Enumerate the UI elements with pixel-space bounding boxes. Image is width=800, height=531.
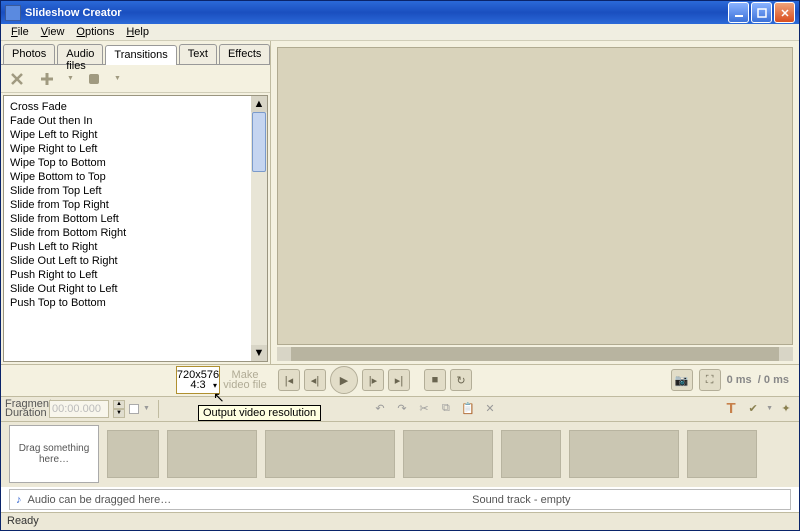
list-item[interactable]: Slide from Bottom Right <box>10 226 261 240</box>
music-note-icon: ♪ <box>16 494 22 506</box>
timeline-thumb[interactable] <box>569 430 679 478</box>
audio-track[interactable]: ♪ Audio can be dragged here… Sound track… <box>9 489 791 510</box>
tooltip: Output video resolution <box>198 405 321 421</box>
fragment-label: FragmentDuration <box>5 400 45 418</box>
checkbox[interactable] <box>129 404 139 414</box>
time-current: 0 ms <box>727 374 752 386</box>
tab-text[interactable]: Text <box>179 44 217 64</box>
close-button[interactable] <box>774 2 795 23</box>
list-item[interactable]: Wipe Top to Bottom <box>10 156 261 170</box>
scroll-down-icon[interactable]: ▼ <box>251 345 267 361</box>
tabstrip: Photos Audio files Transitions Text Effe… <box>1 41 270 65</box>
scroll-right-icon[interactable] <box>779 347 793 361</box>
timeline-thumb[interactable] <box>265 430 395 478</box>
camera-icon[interactable]: 📷 <box>671 369 693 391</box>
menu-view[interactable]: View <box>35 24 71 40</box>
window-title: Slideshow Creator <box>25 7 726 19</box>
skip-back-button[interactable]: |◂ <box>278 369 300 391</box>
make-video-button[interactable]: Make video file <box>222 366 268 394</box>
redo-icon[interactable]: ↷ <box>393 400 411 418</box>
resolution-button[interactable]: 720x576 4:3 ▾ <box>176 366 220 394</box>
play-button[interactable]: ▶ <box>330 366 358 394</box>
timeline-thumb[interactable] <box>687 430 757 478</box>
drag-slot[interactable]: Drag something here… <box>9 425 99 483</box>
menu-options[interactable]: Options <box>70 24 120 40</box>
scroll-thumb[interactable] <box>252 112 266 172</box>
undo-icon[interactable]: ↶ <box>371 400 389 418</box>
transition-list: Cross Fade Fade Out then In Wipe Left to… <box>3 95 268 361</box>
duration-spinner[interactable]: ▲▼ <box>113 400 125 418</box>
audio-track-label: Sound track - empty <box>259 494 784 506</box>
audio-drag-text: Audio can be dragged here… <box>28 494 253 506</box>
delete-tool-icon[interactable]: ✕ <box>481 400 499 418</box>
tab-transitions[interactable]: Transitions <box>105 45 176 65</box>
step-forward-button[interactable]: |▸ <box>362 369 384 391</box>
timeline-thumb[interactable] <box>501 430 561 478</box>
add-icon[interactable] <box>37 69 57 89</box>
text-tool-icon[interactable]: T <box>722 400 740 418</box>
menubar: File View Options Help <box>1 24 799 41</box>
time-total: 0 ms <box>764 374 789 386</box>
copy-icon[interactable]: ⧉ <box>437 400 455 418</box>
list-item[interactable]: Slide from Top Left <box>10 184 261 198</box>
statusbar: Ready <box>1 512 799 530</box>
tab-photos[interactable]: Photos <box>3 44 55 64</box>
scroll-up-icon[interactable]: ▲ <box>251 96 267 112</box>
list-item[interactable]: Fade Out then In <box>10 114 261 128</box>
list-item[interactable]: Slide Out Left to Right <box>10 254 261 268</box>
app-icon <box>5 5 21 21</box>
scrollbar[interactable]: ▲ ▼ <box>251 96 267 360</box>
minimize-button[interactable] <box>728 2 749 23</box>
stop-button[interactable]: ■ <box>424 369 446 391</box>
delete-icon[interactable] <box>7 69 27 89</box>
titlebar: Slideshow Creator <box>1 1 799 24</box>
timeline-thumb[interactable] <box>107 430 159 478</box>
list-item[interactable]: Wipe Right to Left <box>10 142 261 156</box>
cut-icon[interactable]: ✂ <box>415 400 433 418</box>
loop-button[interactable]: ↻ <box>450 369 472 391</box>
skip-forward-button[interactable]: ▸| <box>388 369 410 391</box>
list-item[interactable]: Slide from Top Right <box>10 198 261 212</box>
duration-input[interactable] <box>49 400 109 418</box>
list-item[interactable]: Push Top to Bottom <box>10 296 261 310</box>
scroll-left-icon[interactable] <box>277 347 291 361</box>
list-item[interactable]: Slide from Bottom Left <box>10 212 261 226</box>
stop-icon[interactable] <box>84 69 104 89</box>
list-item[interactable]: Wipe Bottom to Top <box>10 170 261 184</box>
timeline-thumb[interactable] <box>403 430 493 478</box>
maximize-button[interactable] <box>751 2 772 23</box>
tab-audio[interactable]: Audio files <box>57 44 103 64</box>
left-panel: Photos Audio files Transitions Text Effe… <box>1 41 271 363</box>
preview-panel <box>271 41 799 363</box>
fullscreen-icon[interactable]: ⛶ <box>699 369 721 391</box>
tab-effects[interactable]: Effects <box>219 44 270 64</box>
mid-toolbar: 720x576 4:3 ▾ Make video file |◂ ◂| ▶ |▸… <box>1 364 799 397</box>
effect-tool-icon[interactable]: ✦ <box>777 400 795 418</box>
check-tool-icon[interactable]: ✔ <box>744 400 762 418</box>
list-item[interactable]: Cross Fade <box>10 100 261 114</box>
menu-file[interactable]: File <box>5 24 35 40</box>
timeline-thumb[interactable] <box>167 430 257 478</box>
step-back-button[interactable]: ◂| <box>304 369 326 391</box>
list-item[interactable]: Push Right to Left <box>10 268 261 282</box>
resolution-aspect: 4:3 <box>190 380 205 390</box>
left-toolbar: ▼ ▼ <box>1 65 270 93</box>
paste-icon[interactable]: 📋 <box>459 400 477 418</box>
dropdown-icon: ▾ <box>213 381 217 391</box>
timeline: Drag something here… <box>1 422 799 487</box>
menu-help[interactable]: Help <box>120 24 155 40</box>
tool-row: FragmentDuration ▲▼ ▼ ↶ ↷ ✂ ⧉ 📋 ✕ T ✔ ▼ … <box>1 397 799 422</box>
preview-scrollbar[interactable] <box>277 347 793 361</box>
list-item[interactable]: Slide Out Right to Left <box>10 282 261 296</box>
list-item[interactable]: Wipe Left to Right <box>10 128 261 142</box>
preview-canvas <box>277 47 793 344</box>
list-item[interactable]: Push Left to Right <box>10 240 261 254</box>
